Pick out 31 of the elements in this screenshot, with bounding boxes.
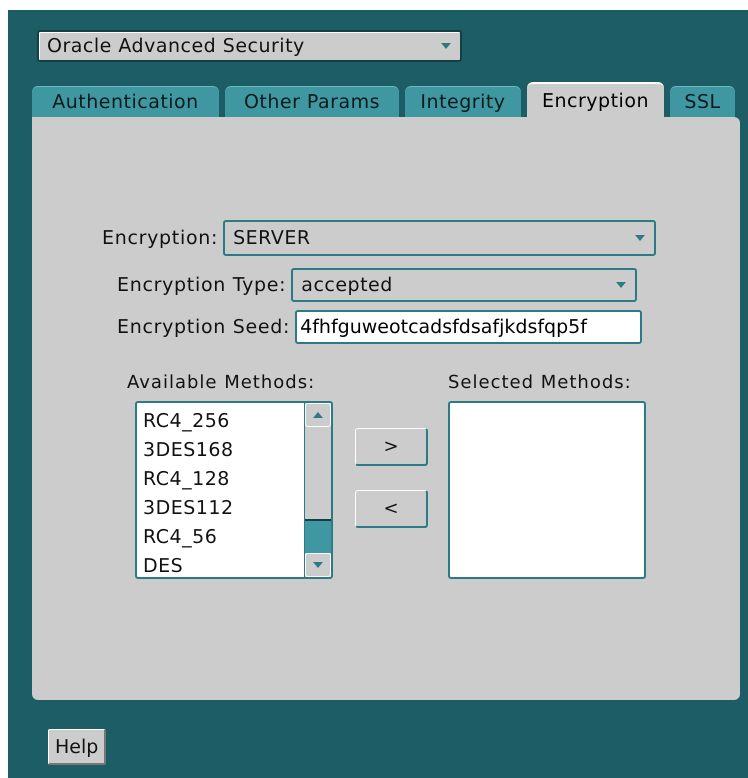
list-box[interactable] [448, 401, 646, 579]
tab[interactable]: Integrity [405, 86, 521, 117]
list-label: Selected Methods: [448, 372, 633, 393]
help-button[interactable]: Help [48, 729, 106, 765]
field-label: Encryption Seed: [117, 316, 290, 338]
move-button[interactable]: > [355, 428, 428, 466]
service-dropdown[interactable]: Oracle Advanced Security [37, 30, 462, 62]
list-item[interactable]: RC4_256 [143, 407, 298, 436]
tab[interactable]: Encryption [527, 82, 664, 117]
caret-icon [440, 42, 452, 50]
tab[interactable]: SSL [670, 86, 735, 117]
field-label: Encryption: [102, 227, 218, 249]
scroll-down-icon[interactable] [305, 553, 331, 577]
list-item[interactable]: DES [143, 552, 298, 577]
dropdown[interactable]: SERVER [223, 220, 656, 256]
move-button[interactable]: < [355, 490, 428, 528]
list-label: Available Methods: [127, 372, 316, 393]
scrollbar[interactable] [304, 403, 331, 577]
list-item[interactable]: 3DES168 [143, 436, 298, 465]
scroll-up-icon[interactable] [305, 403, 331, 427]
list-item[interactable]: 3DES112 [143, 494, 298, 523]
input-field[interactable]: 4fhfguweotcadsfdsafjkdsfqp5f [295, 310, 642, 344]
field-label: Encryption Type: [117, 274, 286, 296]
list-box[interactable]: RC4_256 3DES168 RC4_128 3DES112 RC4_56 DES [135, 401, 333, 579]
dropdown[interactable]: accepted [291, 268, 638, 302]
list-item[interactable]: RC4_56 [143, 523, 298, 552]
caret-icon [615, 281, 628, 289]
tab[interactable]: Authentication [32, 86, 219, 117]
list-item[interactable]: RC4_128 [143, 465, 298, 494]
tab[interactable]: Other Params [225, 86, 399, 117]
caret-icon [634, 234, 646, 242]
